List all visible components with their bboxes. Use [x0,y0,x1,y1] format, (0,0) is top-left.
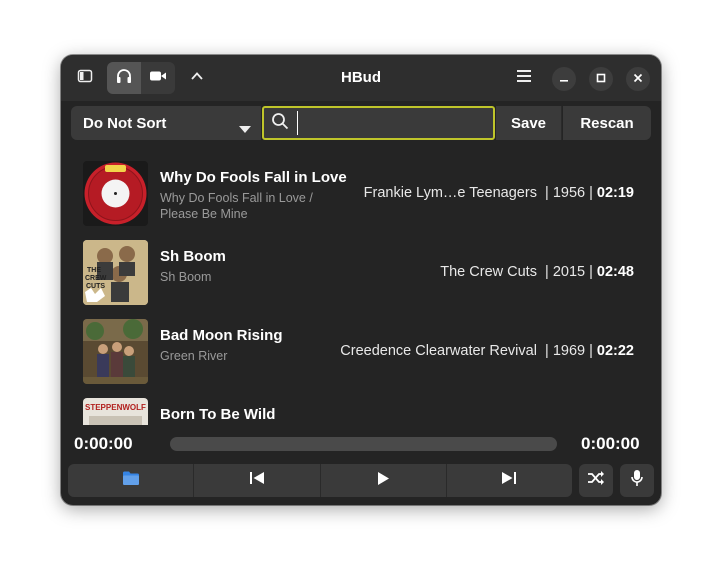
main-menu-button[interactable] [508,62,540,94]
progress-bar[interactable] [170,437,557,451]
svg-text:CREW: CREW [85,275,107,282]
track-album: Sh Boom [160,270,212,284]
track-meta: The Crew Cuts | 2015 | 02:48 [440,264,634,280]
search-icon [271,112,289,135]
track-row[interactable]: STEPPENWOLF Born To Be Wild [61,392,661,425]
previous-button[interactable] [194,464,321,497]
skip-next-icon [501,471,517,490]
track-artist: The Crew Cuts [440,264,537,280]
track-year: 2015 [552,264,586,280]
total-time: 0:00:00 [581,434,640,453]
track-row[interactable]: Bad Moon Rising Green River Creedence Cl… [61,313,661,387]
track-duration: 02:19 [596,185,634,201]
track-album: Green River [160,349,228,363]
playback-controls [68,464,572,497]
track-meta: Frankie Lym…e Teenagers | 1956 | 02:19 [363,185,634,201]
maximize-icon [596,70,606,88]
track-year: 1956 [552,185,586,201]
track-meta: Creedence Clearwater Revival | 1969 | 02… [340,343,634,359]
open-folder-button[interactable] [68,464,195,497]
svg-text:THE: THE [87,267,101,274]
album-cover: THE CREW CUTS [83,240,148,305]
shuffle-icon [587,470,605,491]
hamburger-menu-icon [516,69,532,88]
minimize-icon [559,70,569,88]
app-window: HBud Do Not Sort Save Rescan Why Do Fool… [61,55,661,505]
sort-value: Do Not Sort [83,114,167,132]
header-bar: HBud [61,55,661,101]
album-cover: STEPPENWOLF [83,398,148,425]
track-row[interactable]: THE CREW CUTS Sh Boom Sh Boom The Crew C… [61,234,661,308]
search-box[interactable] [262,106,495,140]
album-cover [83,161,148,226]
microphone-button[interactable] [620,464,654,497]
folder-icon [122,470,140,491]
play-icon [376,471,390,491]
minimize-button[interactable] [552,67,576,91]
save-button[interactable]: Save [496,106,562,140]
search-input[interactable] [297,111,477,135]
track-artist: Frankie Lym…e Teenagers [363,185,537,201]
close-button[interactable] [626,67,650,91]
svg-text:CUTS: CUTS [86,283,105,290]
track-artist: Creedence Clearwater Revival [340,343,537,359]
shuffle-button[interactable] [579,464,613,497]
track-duration: 02:22 [596,343,634,359]
track-album: Why Do Fools Fall in Love / Please Be Mi… [160,191,313,221]
track-year: 1969 [552,343,586,359]
track-row[interactable]: Why Do Fools Fall in Love Why Do Fools F… [61,155,661,229]
rescan-button[interactable]: Rescan [563,106,651,140]
current-time: 0:00:00 [74,434,133,453]
skip-previous-icon [249,471,265,490]
track-title: Born To Be Wild [160,406,276,423]
play-button[interactable] [321,464,447,497]
svg-text:STEPPENWOLF: STEPPENWOLF [85,403,146,412]
dropdown-arrow-icon [239,120,251,137]
close-icon [633,70,643,88]
album-cover [83,319,148,384]
sort-dropdown[interactable]: Do Not Sort [71,106,261,140]
track-list[interactable]: Why Do Fools Fall in Love Why Do Fools F… [61,155,661,425]
maximize-button[interactable] [589,67,613,91]
track-title: Sh Boom [160,248,226,265]
microphone-icon [630,469,644,492]
track-title: Why Do Fools Fall in Love [160,169,347,186]
track-title: Bad Moon Rising [160,327,283,344]
next-button[interactable] [447,464,572,497]
track-duration: 02:48 [596,264,634,280]
